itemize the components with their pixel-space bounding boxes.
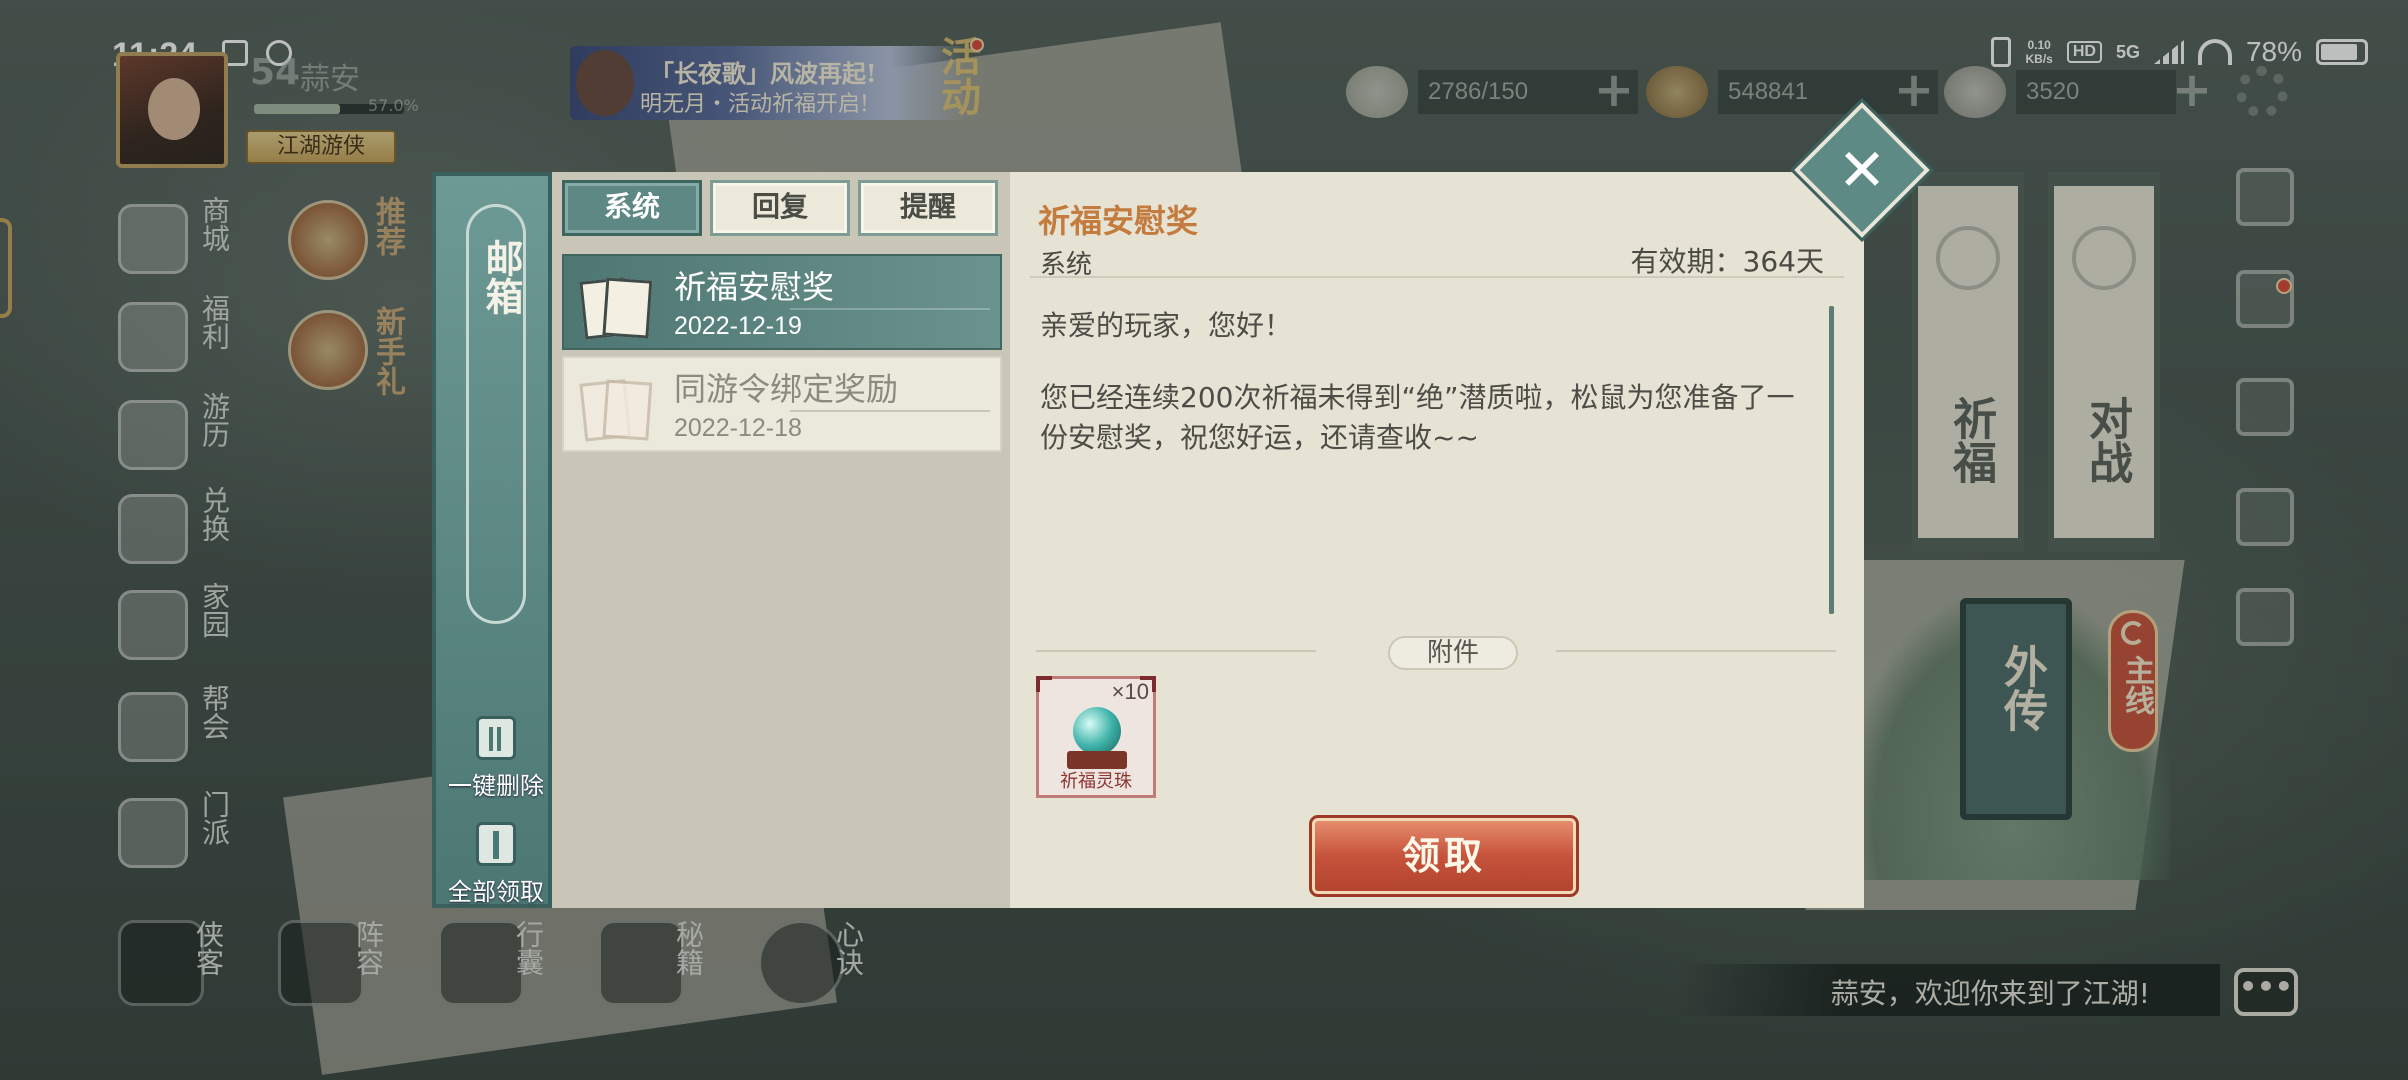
mail-detail-panel: 祈福安慰奖 系统 有效期：364天 亲爱的玩家，您好！ 您已经连续200次祈福未…	[1010, 172, 1864, 908]
mailbox-title-frame: 邮箱	[466, 204, 526, 624]
mail-title: 祈福安慰奖	[1038, 202, 1199, 240]
trash-icon	[476, 716, 516, 760]
mailbox-title: 邮箱	[479, 239, 524, 315]
mail-item-title: 祈福安慰奖	[674, 268, 835, 306]
envelope-icon	[579, 274, 656, 335]
mail-content: 您已经连续200次祈福未得到“绝”潜质啦，松鼠为您准备了一份安慰奖，祝您好运，还…	[1040, 381, 1795, 454]
mail-item-date: 2022-12-18	[674, 414, 802, 442]
attachments-divider: 附件	[1036, 636, 1836, 670]
mail-body: 亲爱的玩家，您好！ 您已经连续200次祈福未得到“绝”潜质啦，松鼠为您准备了一份…	[1040, 306, 1820, 772]
mail-list-item[interactable]: 祈福安慰奖 2022-12-19	[562, 254, 1002, 350]
mail-item-title: 同游令绑定奖励	[674, 370, 899, 408]
spirit-pearl-icon	[1073, 707, 1121, 755]
mail-tabs: 系统 回复 提醒	[562, 180, 1002, 240]
scroll-icon	[476, 822, 516, 866]
envelope-open-icon	[579, 376, 656, 437]
delete-all-button[interactable]: 一键删除	[436, 716, 556, 806]
claim-all-label: 全部领取	[448, 878, 544, 906]
attachment-item[interactable]: ×10 祈福灵珠	[1036, 676, 1156, 798]
mailbox-sidebar: 邮箱 一键删除 全部领取	[432, 172, 552, 908]
scrollbar-thumb[interactable]	[1829, 306, 1834, 614]
tab-reply[interactable]: 回复	[710, 180, 850, 236]
attachment-quantity: ×10	[1111, 679, 1149, 704]
frame-corner	[1036, 676, 1052, 692]
close-icon: ✕	[1837, 136, 1887, 204]
mail-list-item[interactable]: 同游令绑定奖励 2022-12-18	[562, 356, 1002, 452]
tab-system[interactable]: 系统	[562, 180, 702, 236]
mail-body-scrollbar[interactable]	[1829, 306, 1834, 614]
claim-all-button[interactable]: 全部领取	[436, 822, 556, 912]
mail-item-date: 2022-12-19	[674, 312, 802, 340]
divider	[1030, 276, 1844, 278]
delete-all-label: 一键删除	[448, 772, 544, 800]
mail-greeting: 亲爱的玩家，您好！	[1040, 309, 1293, 342]
attachments-label: 附件	[1388, 636, 1518, 670]
tab-reminder[interactable]: 提醒	[858, 180, 998, 236]
item-divider	[790, 410, 990, 412]
attachment-name: 祈福灵珠	[1060, 771, 1132, 792]
mail-expiry: 有效期：364天	[1630, 245, 1824, 278]
item-divider	[790, 308, 990, 310]
mail-list-panel: 系统 回复 提醒 祈福安慰奖 2022-12-19 同游令绑定奖励 2022-1…	[552, 172, 1010, 908]
claim-button[interactable]: 领取	[1309, 815, 1579, 897]
